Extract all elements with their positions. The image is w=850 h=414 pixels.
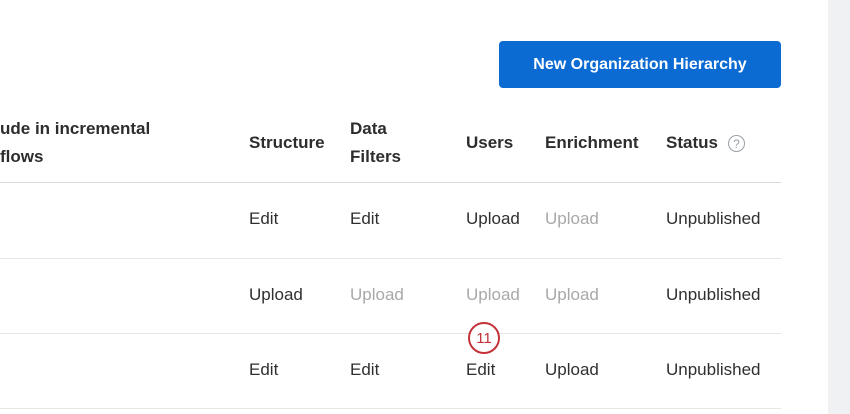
row2-enrichment-link-disabled: Upload bbox=[545, 285, 599, 304]
question-circle-icon[interactable]: ? bbox=[727, 135, 745, 153]
row1-enrichment-link-disabled: Upload bbox=[545, 209, 599, 228]
row2-status: Unpublished bbox=[666, 285, 761, 304]
row1-users-link[interactable]: Upload bbox=[466, 209, 520, 229]
column-header-include-line2: flows bbox=[0, 147, 44, 166]
row2-structure-link[interactable]: Upload bbox=[249, 285, 303, 305]
column-header-structure: Structure bbox=[249, 133, 325, 152]
column-header-enrichment: Enrichment bbox=[545, 133, 639, 152]
step-number-badge: 11 bbox=[468, 322, 500, 354]
row3-status: Unpublished bbox=[666, 360, 761, 379]
table-header-divider bbox=[0, 182, 781, 183]
row1-structure-link[interactable]: Edit bbox=[249, 209, 278, 229]
row3-enrichment-link[interactable]: Upload bbox=[545, 360, 599, 380]
right-gutter bbox=[828, 0, 850, 414]
row-divider bbox=[0, 258, 781, 259]
row2-data-filters-link-disabled: Upload bbox=[350, 285, 404, 304]
row1-status: Unpublished bbox=[666, 209, 761, 228]
column-header-data-filters: Data Filters bbox=[350, 115, 401, 171]
new-organization-hierarchy-button[interactable]: New Organization Hierarchy bbox=[499, 41, 781, 88]
row3-users-link[interactable]: Edit bbox=[466, 360, 495, 380]
column-header-include: ude in incremental flows bbox=[0, 115, 150, 171]
column-header-status: Status? bbox=[666, 129, 745, 157]
row3-data-filters-link[interactable]: Edit bbox=[350, 360, 379, 380]
row2-users-link-disabled: Upload bbox=[466, 285, 520, 304]
column-header-include-line1: ude in incremental bbox=[0, 119, 151, 138]
column-header-status-label: Status bbox=[666, 133, 718, 152]
row1-data-filters-link[interactable]: Edit bbox=[350, 209, 379, 229]
column-header-data-filters-line1: Data bbox=[350, 119, 387, 138]
column-header-users: Users bbox=[466, 133, 514, 152]
main-panel: New Organization Hierarchy ude in increm… bbox=[0, 0, 828, 414]
row3-structure-link[interactable]: Edit bbox=[249, 360, 278, 380]
row-divider bbox=[0, 333, 781, 334]
row-divider bbox=[0, 408, 781, 409]
column-header-data-filters-line2: Filters bbox=[350, 147, 402, 166]
